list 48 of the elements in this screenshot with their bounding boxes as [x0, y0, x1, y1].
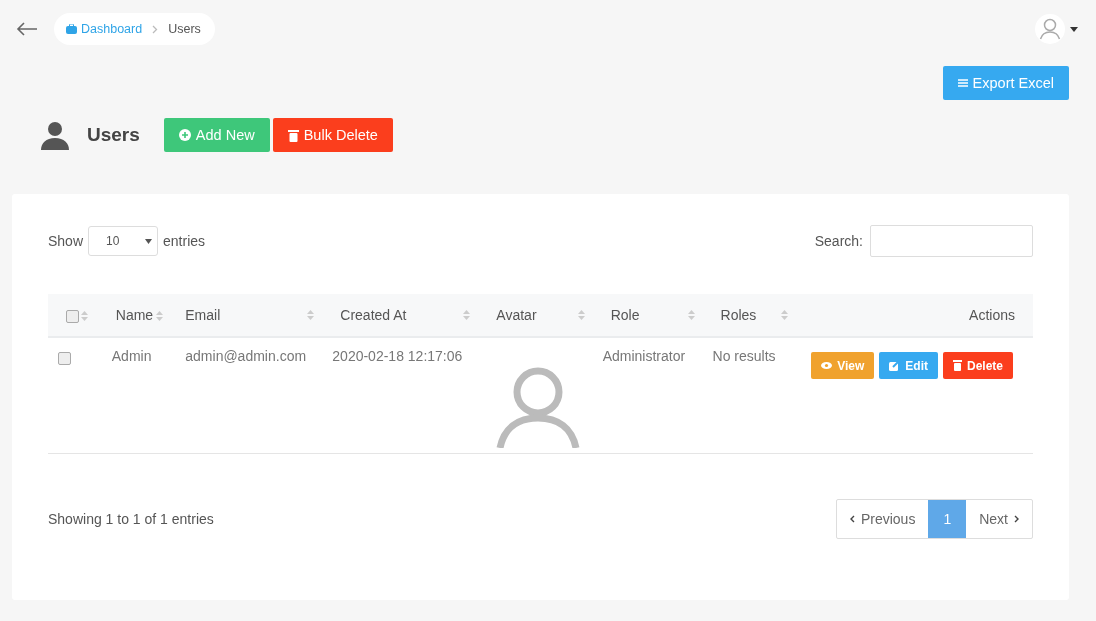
briefcase-icon	[66, 24, 77, 34]
trash-icon	[287, 128, 299, 142]
row-checkbox[interactable]	[58, 351, 71, 365]
search-field[interactable]	[870, 225, 1033, 257]
caret-icon	[145, 238, 153, 244]
sort-icon[interactable]	[687, 310, 695, 320]
sort-icon[interactable]	[781, 310, 789, 320]
column-header[interactable]: Roles	[720, 307, 757, 324]
column-header[interactable]: Avatar	[496, 307, 537, 324]
plus-circle-icon	[178, 129, 191, 141]
entries-info: Showing 1 to 1 of 1 entries	[48, 510, 214, 527]
column-header[interactable]: Actions	[969, 307, 1015, 324]
user-avatar-icon[interactable]	[1035, 14, 1065, 44]
column-header[interactable]: Created At	[340, 307, 407, 324]
chevron-left-icon	[849, 514, 855, 523]
caret-icon[interactable]	[1070, 26, 1078, 32]
table-cell: admin@admin.com	[185, 348, 307, 364]
delete-button[interactable]: Delete	[942, 352, 1013, 379]
entries-select[interactable]: 10	[88, 226, 159, 256]
table-cell: 2020-02-18 12:17:06	[332, 348, 463, 364]
list-icon	[957, 79, 968, 87]
table-cell: Administrator	[602, 348, 686, 364]
page-title: Users	[87, 124, 140, 146]
back-arrow-icon[interactable]	[16, 22, 38, 36]
trash-icon	[952, 360, 962, 371]
sort-icon[interactable]	[463, 310, 471, 320]
edit-icon	[889, 360, 901, 371]
show-label: Show	[48, 233, 84, 249]
entries-label: entries	[163, 233, 206, 249]
chevron-right-icon	[1014, 514, 1019, 523]
search-label: Search:	[814, 233, 863, 249]
table-cell: No results	[712, 348, 776, 364]
column-header[interactable]: Email	[185, 307, 221, 324]
sort-icon[interactable]	[577, 310, 585, 320]
next-page-button[interactable]: Next	[966, 499, 1032, 538]
sort-icon[interactable]	[307, 310, 315, 320]
bulk-delete-button[interactable]: Bulk Delete	[272, 118, 393, 152]
previous-page-button[interactable]: Previous	[836, 499, 929, 538]
person-icon	[40, 120, 70, 150]
eye-icon	[821, 362, 833, 369]
sort-icon[interactable]	[81, 311, 88, 322]
select-all-checkbox[interactable]	[66, 309, 79, 323]
column-header[interactable]: Name	[115, 307, 154, 324]
breadcrumb-current: Users	[168, 22, 201, 36]
sort-icon[interactable]	[156, 310, 164, 321]
chevron-icon	[152, 24, 159, 34]
table-cell: Admin	[111, 348, 152, 364]
column-header[interactable]: Role	[610, 307, 640, 324]
